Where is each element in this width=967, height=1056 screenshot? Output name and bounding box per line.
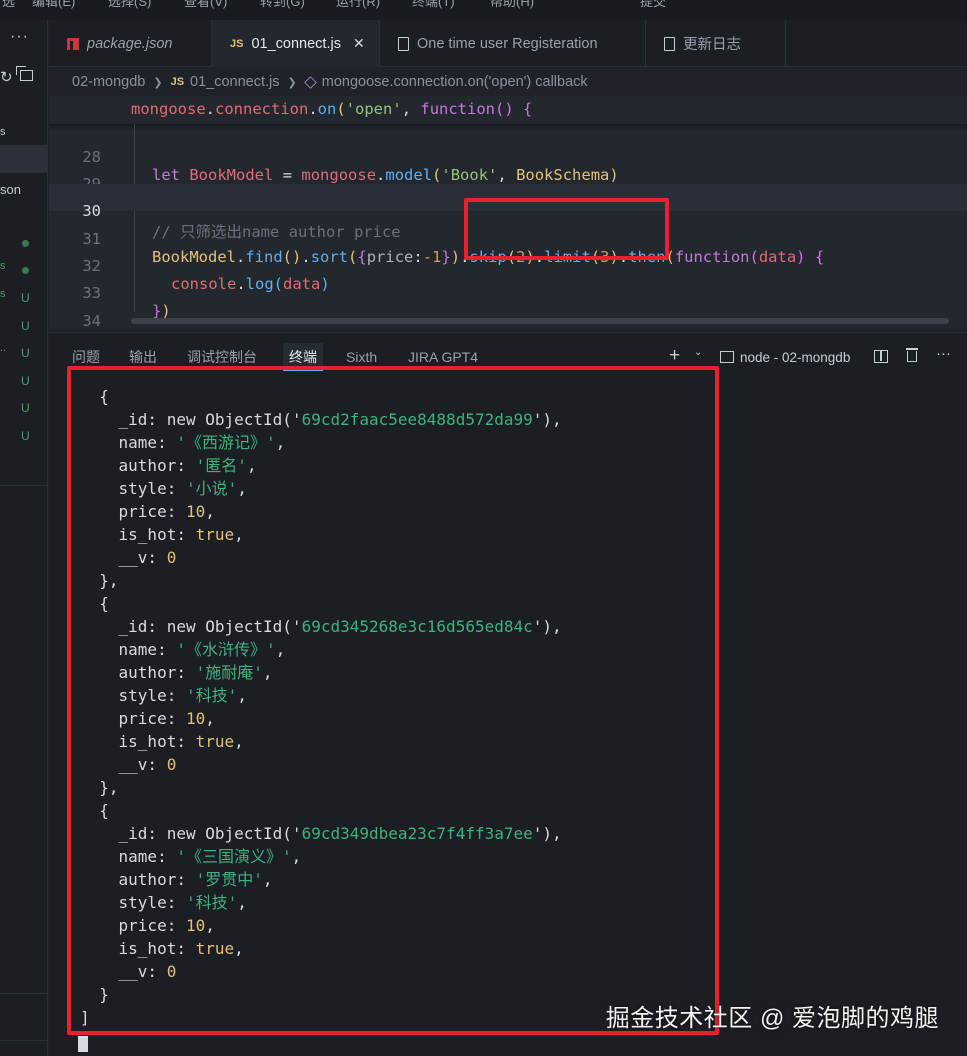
annotation-box-output: [67, 366, 719, 1035]
line-number: 34: [82, 312, 101, 330]
close-icon[interactable]: ✕: [353, 35, 365, 52]
split-terminal-icon[interactable]: [874, 350, 888, 363]
trash-icon[interactable]: [906, 348, 918, 362]
horizontal-scrollbar[interactable]: [131, 318, 949, 324]
editor-tab-bar: package.json JS 01_connect.js ✕ One time…: [49, 20, 967, 67]
explorer-selected-row[interactable]: [0, 145, 47, 173]
menu-item-terminal[interactable]: 终端(T): [412, 0, 455, 10]
divider: [0, 993, 48, 994]
terminal-icon: [720, 351, 734, 363]
symbol-method-icon: [304, 75, 317, 89]
watermark: 掘金技术社区 @ 爱泡脚的鸡腿: [605, 1005, 939, 1032]
chevron-right-icon: ❯: [153, 76, 163, 89]
explorer-item[interactable]: son: [0, 182, 21, 197]
add-terminal-icon[interactable]: +: [669, 345, 680, 367]
menu-item-commit[interactable]: 提交: [640, 0, 666, 10]
chevron-right-icon: ❯: [287, 76, 297, 89]
refresh-icon[interactable]: ↻: [0, 68, 13, 86]
explorer-item[interactable]: s: [0, 288, 6, 300]
untracked-badge: U: [21, 291, 30, 305]
divider: [0, 485, 48, 486]
tab-label: 01_connect.js: [251, 35, 341, 52]
menu-bar: 选 编辑(E) 选择(S) 查看(V) 转到(G) 运行(R) 终端(T) 帮助…: [0, 0, 967, 20]
modified-dot: [22, 240, 29, 247]
tab-01-connect-js[interactable]: JS 01_connect.js ✕: [212, 20, 380, 67]
js-icon: JS: [230, 37, 244, 50]
sticky-scroll-line[interactable]: mongoose.connection.on('open', function(…: [131, 100, 532, 118]
breadcrumb: 02-mongdb ❯ JS 01_connect.js ❯ mongoose.…: [72, 72, 588, 92]
explorer-item[interactable]: s: [0, 126, 6, 138]
untracked-badge: U: [21, 319, 30, 333]
untracked-badge: U: [21, 374, 30, 388]
tab-registration[interactable]: One time user Registeration: [380, 20, 646, 67]
explorer-sidebar: ··· ↻ s son s s .. U U U U U U: [0, 20, 48, 1056]
terminal-instance-label: node - 02-mongdb: [740, 350, 851, 365]
menu-item-goto[interactable]: 转到(G): [260, 0, 305, 10]
file-icon: [398, 36, 409, 51]
menu-item-edit[interactable]: 编辑(E): [32, 0, 75, 10]
breadcrumb-file[interactable]: 01_connect.js: [190, 74, 279, 90]
more-actions-icon[interactable]: ···: [936, 345, 951, 362]
menu-item-select[interactable]: 选择(S): [108, 0, 151, 10]
tab-label: 更新日志: [683, 37, 741, 53]
code-line[interactable]: 28 let BookModel = mongoose.model('Book'…: [49, 130, 967, 184]
explorer-item[interactable]: ..: [0, 342, 6, 354]
menu-item-view[interactable]: 查看(V): [184, 0, 227, 10]
tab-changelog[interactable]: 更新日志: [646, 20, 786, 67]
untracked-badge: U: [21, 346, 30, 360]
chevron-down-icon[interactable]: ⌄: [694, 347, 702, 358]
code-line[interactable]: 29: [49, 157, 967, 193]
tab-package-json[interactable]: package.json: [49, 20, 212, 67]
divider: [0, 1040, 48, 1041]
more-icon[interactable]: ···: [10, 28, 29, 46]
breadcrumb-symbol[interactable]: mongoose.connection.on('open') callback: [322, 74, 588, 90]
collapse-all-icon[interactable]: [16, 66, 33, 81]
modified-dot: [22, 267, 29, 274]
annotation-box-skip-limit: [464, 198, 669, 260]
js-icon: JS: [170, 76, 185, 88]
terminal-cursor: [78, 1036, 88, 1052]
menu-item-run[interactable]: 运行(R): [336, 0, 380, 10]
code-line[interactable]: 34: [49, 294, 967, 330]
breadcrumb-folder[interactable]: 02-mongdb: [72, 74, 145, 90]
untracked-badge: U: [21, 429, 30, 443]
terminal-instance[interactable]: node - 02-mongdb: [720, 350, 850, 365]
tab-label: One time user Registeration: [417, 35, 598, 52]
explorer-item[interactable]: s: [0, 260, 6, 272]
menu-item-help[interactable]: 帮助(H): [490, 0, 534, 10]
file-icon: [664, 36, 675, 51]
tab-label: package.json: [87, 35, 173, 52]
code-line[interactable]: 33 }): [49, 266, 967, 320]
npm-icon: [67, 37, 79, 50]
menu-item[interactable]: 选: [2, 0, 15, 10]
untracked-badge: U: [21, 401, 30, 415]
